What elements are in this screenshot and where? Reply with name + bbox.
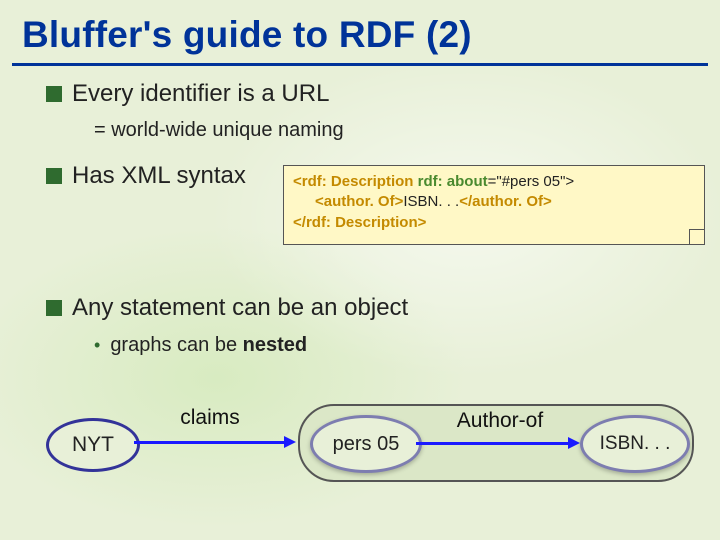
edge-authorof-line: [416, 442, 570, 445]
nested-statement: pers 05 Author-of ISBN. . .: [298, 404, 694, 482]
node-isbn: ISBN. . .: [580, 415, 690, 473]
node-nyt: NYT: [46, 418, 140, 472]
sub-bullet-dot-icon: •: [94, 335, 100, 356]
arrowhead-icon: [568, 437, 580, 449]
rdf-graph: NYT claims pers 05 Author-of ISBN. . .: [30, 398, 690, 488]
code-line-1: <rdf: Description rdf: about="#pers 05">: [293, 172, 695, 192]
page-fold-icon: [689, 229, 704, 244]
bullet-1-sub: = world-wide unique naming: [94, 119, 344, 142]
bullet-2: Has XML syntax: [46, 162, 246, 190]
edge-authorof-label: Author-of: [440, 409, 560, 433]
title-underline: [12, 63, 708, 66]
bullet-3-sub: • graphs can be nested: [94, 334, 307, 357]
edge-claims-line: [134, 441, 286, 444]
code-line-3: </rdf: Description>: [293, 213, 695, 233]
code-line-2: <author. Of>ISBN. . .</author. Of>: [293, 192, 695, 212]
slide-title: Bluffer's guide to RDF (2): [22, 14, 472, 56]
code-box: <rdf: Description rdf: about="#pers 05">…: [283, 165, 705, 245]
bullet-1-text: Every identifier is a URL: [72, 80, 329, 108]
arrowhead-icon: [284, 436, 296, 448]
bullet-square-icon: [46, 168, 62, 184]
bullet-3-sub-text: graphs can be nested: [110, 334, 307, 357]
edge-claims-label: claims: [162, 406, 258, 430]
bullet-square-icon: [46, 86, 62, 102]
bullet-square-icon: [46, 300, 62, 316]
bullet-3-text: Any statement can be an object: [72, 294, 408, 322]
bullet-2-text: Has XML syntax: [72, 162, 246, 190]
node-pers05: pers 05: [310, 415, 422, 473]
bullet-3: Any statement can be an object: [46, 294, 408, 322]
bullet-1: Every identifier is a URL: [46, 80, 329, 108]
